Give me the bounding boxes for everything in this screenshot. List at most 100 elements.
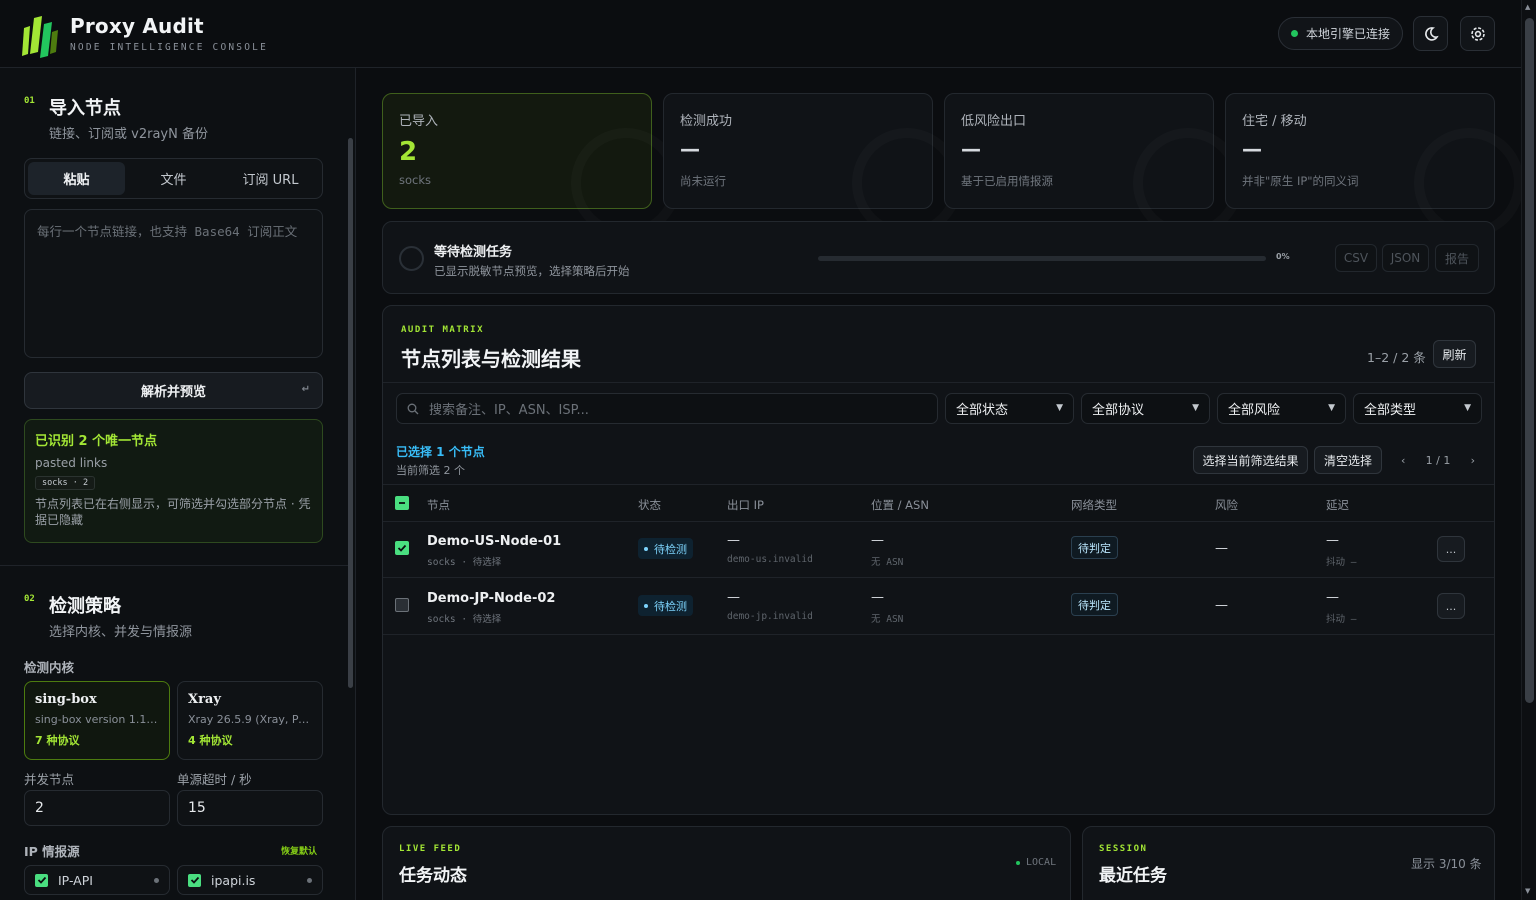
- prev-page-icon[interactable]: ‹: [1401, 454, 1405, 467]
- column-header-exit-ip[interactable]: 出口 IP: [727, 497, 764, 513]
- chevron-down-icon: ▼: [1056, 403, 1063, 413]
- search-icon: [407, 403, 419, 414]
- column-header-location-asn[interactable]: 位置 / ASN: [871, 497, 929, 513]
- stat-card-residential: 住宅 / 移动 — 并非"原生 IP"的同义词: [1225, 93, 1495, 209]
- status-filter-select[interactable]: 全部状态 ▼: [945, 393, 1074, 424]
- location: —: [871, 590, 884, 605]
- search-input[interactable]: 搜索备注、IP、ASN、ISP...: [396, 393, 938, 424]
- next-page-icon[interactable]: ›: [1471, 454, 1475, 467]
- intel-source-ip-api[interactable]: IP-API: [24, 865, 170, 895]
- row-checkbox[interactable]: [395, 598, 409, 612]
- core-name: sing-box: [35, 692, 97, 707]
- stat-label: 住宅 / 移动: [1242, 114, 1307, 129]
- settings-button[interactable]: [1460, 16, 1495, 51]
- local-badge-label: LOCAL: [1026, 857, 1057, 868]
- core-card-xray[interactable]: Xray Xray 26.5.9 (Xray, Penet... 4 种协议: [177, 681, 323, 760]
- core-protocols: 7 种协议: [35, 734, 80, 747]
- column-header-latency[interactable]: 延迟: [1326, 497, 1349, 513]
- intel-source-ipapi-is[interactable]: ipapi.is: [177, 865, 323, 895]
- app-subtitle: NODE INTELLIGENCE CONSOLE: [70, 42, 268, 53]
- tab-subscription-url[interactable]: 订阅 URL: [222, 162, 319, 195]
- network-type-badge: 待判定: [1071, 536, 1118, 559]
- panel-divider: [383, 382, 1494, 383]
- export-json-button[interactable]: JSON: [1382, 244, 1429, 272]
- stat-label: 已导入: [399, 114, 439, 129]
- location: —: [871, 533, 884, 548]
- engine-status-label: 本地引擎已连接: [1306, 27, 1391, 41]
- chevron-down-icon: ▼: [1192, 403, 1199, 413]
- row-more-button[interactable]: ...: [1437, 536, 1465, 562]
- status-badge: 待检测: [638, 538, 693, 559]
- asn: 无 ASN: [871, 557, 904, 568]
- timeout-input[interactable]: 15: [177, 790, 323, 826]
- status-text: 待检测: [654, 542, 687, 556]
- sidebar: 01 导入节点 链接、订阅或 v2rayN 备份 粘贴 文件 订阅 URL 每行…: [0, 68, 356, 900]
- concurrency-input[interactable]: 2: [24, 790, 170, 826]
- checkbox-checked-icon[interactable]: [35, 873, 48, 887]
- parse-preview-button[interactable]: 解析并预览 ↵: [24, 372, 323, 409]
- session-panel: SESSION 最近任务 显示 3/10 条: [1082, 826, 1495, 900]
- timeout-label: 单源超时 / 秒: [177, 772, 252, 787]
- core-version: sing-box version 1.13.3: [35, 713, 159, 726]
- core-card-sing-box[interactable]: sing-box sing-box version 1.13.3 7 种协议: [24, 681, 170, 760]
- section-number: 01: [24, 96, 35, 106]
- stat-card-low-risk: 低风险出口 — 基于已启用情报源: [944, 93, 1214, 209]
- table-row[interactable]: Demo-US-Node-01 socks · 待选择 待检测 — demo-u…: [383, 521, 1494, 578]
- core-name: Xray: [188, 692, 221, 707]
- scroll-up-icon[interactable]: ▲: [1525, 3, 1530, 11]
- status-dot: [154, 878, 159, 883]
- clear-selection-button[interactable]: 清空选择: [1314, 446, 1382, 474]
- column-header-status[interactable]: 状态: [638, 497, 661, 513]
- checkbox-checked-icon[interactable]: [188, 873, 201, 887]
- intel-source-name: ipapi.is: [211, 872, 256, 888]
- panel-title: 最近任务: [1099, 866, 1167, 886]
- section-divider: [0, 565, 348, 566]
- stat-label: 低风险出口: [961, 114, 1027, 129]
- column-header-risk[interactable]: 风险: [1215, 497, 1238, 513]
- node-name: Demo-US-Node-01: [427, 534, 562, 549]
- strategy-section-title: 检测策略: [49, 596, 121, 617]
- select-filtered-button[interactable]: 选择当前筛选结果: [1193, 446, 1308, 474]
- parse-result-source: pasted links: [35, 456, 108, 470]
- task-subtitle: 已显示脱敏节点预览，选择策略后开始: [434, 264, 630, 278]
- select-all-checkbox[interactable]: [395, 496, 409, 510]
- task-progress-bar: [818, 256, 1266, 261]
- engine-status-pill[interactable]: 本地引擎已连接: [1278, 17, 1403, 50]
- export-report-button[interactable]: 报告: [1435, 244, 1479, 272]
- protocol-tag: socks · 2: [35, 476, 96, 490]
- sidebar-scrollbar[interactable]: [348, 138, 353, 688]
- import-mode-tabs: 粘贴 文件 订阅 URL: [24, 158, 323, 199]
- parse-result-note: 节点列表已在右侧显示，可筛选并勾选部分节点 · 凭据已隐藏: [35, 497, 311, 527]
- restore-default-link[interactable]: 恢复默认: [281, 844, 317, 857]
- row-checkbox[interactable]: [395, 541, 409, 555]
- tab-file[interactable]: 文件: [125, 162, 222, 195]
- network-type-badge: 待判定: [1071, 593, 1118, 616]
- column-header-network-type[interactable]: 网络类型: [1071, 497, 1117, 513]
- select-value: 全部协议: [1092, 403, 1145, 418]
- import-section-title: 导入节点: [49, 98, 121, 119]
- row-more-button[interactable]: ...: [1437, 593, 1465, 619]
- exit-host: demo-us.invalid: [727, 554, 813, 565]
- status-dot: [307, 878, 312, 883]
- node-links-input[interactable]: 每行一个节点链接，也支持 Base64 订阅正文: [24, 209, 323, 358]
- page-scrollbar[interactable]: ▲ ▼: [1521, 0, 1536, 900]
- intel-source-name: IP-API: [58, 872, 93, 888]
- exit-host: demo-jp.invalid: [727, 611, 813, 622]
- session-count: 显示 3/10 条: [1411, 857, 1482, 871]
- scrollbar-thumb[interactable]: [1525, 18, 1534, 703]
- protocol-filter-select[interactable]: 全部协议 ▼: [1081, 393, 1210, 424]
- panel-title: 节点列表与检测结果: [401, 347, 581, 371]
- pagination: ‹ 1 / 1 ›: [1393, 446, 1483, 474]
- tab-paste[interactable]: 粘贴: [28, 162, 125, 195]
- scroll-down-icon[interactable]: ▼: [1525, 887, 1530, 895]
- export-csv-button[interactable]: CSV: [1335, 244, 1377, 272]
- theme-toggle-button[interactable]: [1413, 16, 1448, 51]
- status-dot: [1016, 860, 1020, 865]
- core-label: 检测内核: [24, 660, 75, 675]
- refresh-button[interactable]: 刷新: [1433, 340, 1476, 368]
- risk-filter-select[interactable]: 全部风险 ▼: [1217, 393, 1346, 424]
- table-row[interactable]: Demo-JP-Node-02 socks · 待选择 待检测 — demo-j…: [383, 578, 1494, 635]
- type-filter-select[interactable]: 全部类型 ▼: [1353, 393, 1482, 424]
- column-header-node[interactable]: 节点: [427, 497, 450, 513]
- select-value: 全部风险: [1228, 403, 1281, 418]
